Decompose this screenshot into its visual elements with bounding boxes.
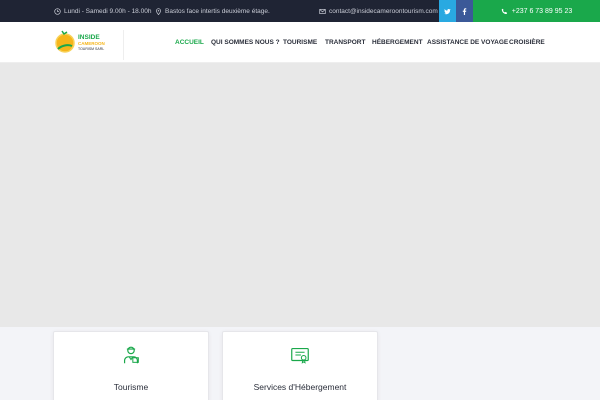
service-card-title: Services d'Hébergement bbox=[253, 382, 347, 392]
tour-guide-icon bbox=[123, 346, 139, 364]
envelope-icon bbox=[319, 8, 326, 14]
logo-divider bbox=[123, 30, 124, 60]
clock-icon bbox=[54, 7, 61, 15]
nav-qui-sommes-nous[interactable]: QUI SOMMES NOUS ? bbox=[211, 22, 280, 63]
nav-hebergement[interactable]: HÉBERGEMENT bbox=[372, 22, 423, 63]
logo-line-2: CAMEROON bbox=[78, 41, 105, 46]
nav-assistance-de-voyage[interactable]: ASSISTANCE DE VOYAGE bbox=[427, 22, 508, 63]
address: Bastos face intertis deuxième étage. bbox=[155, 0, 270, 22]
opening-hours-text: Lundi - Samedi 9.00h - 18.00h bbox=[64, 7, 152, 15]
email-link[interactable]: contact@insidecameroontourism.com bbox=[319, 0, 438, 22]
phone-number: +237 6 73 89 95 23 bbox=[511, 7, 573, 15]
logo-line-3: TOURISM SARL bbox=[78, 47, 105, 51]
nav-croisiere[interactable]: CROISIÈRE bbox=[509, 22, 545, 63]
certificate-icon bbox=[291, 347, 309, 364]
address-text: Bastos face intertis deuxième étage. bbox=[165, 7, 270, 15]
top-info-bar: Lundi - Samedi 9.00h - 18.00h Bastos fac… bbox=[0, 0, 600, 22]
service-card-tourisme[interactable]: Tourisme bbox=[53, 331, 209, 400]
main-header: INSIDE CAMEROON TOURISM SARL ACCUEIL QUI… bbox=[0, 22, 600, 63]
phone-contact[interactable]: +237 6 73 89 95 23 bbox=[473, 0, 600, 22]
service-card-hebergement[interactable]: Services d'Hébergement bbox=[222, 331, 378, 400]
nav-accueil[interactable]: ACCUEIL bbox=[175, 22, 204, 63]
location-pin-icon bbox=[156, 7, 161, 15]
hero-banner bbox=[0, 63, 600, 327]
opening-hours: Lundi - Samedi 9.00h - 18.00h bbox=[54, 0, 151, 22]
logo-line-1: INSIDE bbox=[78, 34, 100, 41]
email-text: contact@insidecameroontourism.com bbox=[329, 7, 438, 15]
facebook-icon bbox=[462, 7, 467, 15]
phone-icon bbox=[501, 8, 507, 14]
twitter-button[interactable] bbox=[439, 0, 456, 22]
nav-tourisme[interactable]: TOURISME bbox=[283, 22, 317, 63]
twitter-icon bbox=[444, 8, 451, 14]
service-card-title: Tourisme bbox=[113, 382, 149, 392]
facebook-button[interactable] bbox=[456, 0, 473, 22]
nav-transport[interactable]: TRANSPORT bbox=[325, 22, 365, 63]
